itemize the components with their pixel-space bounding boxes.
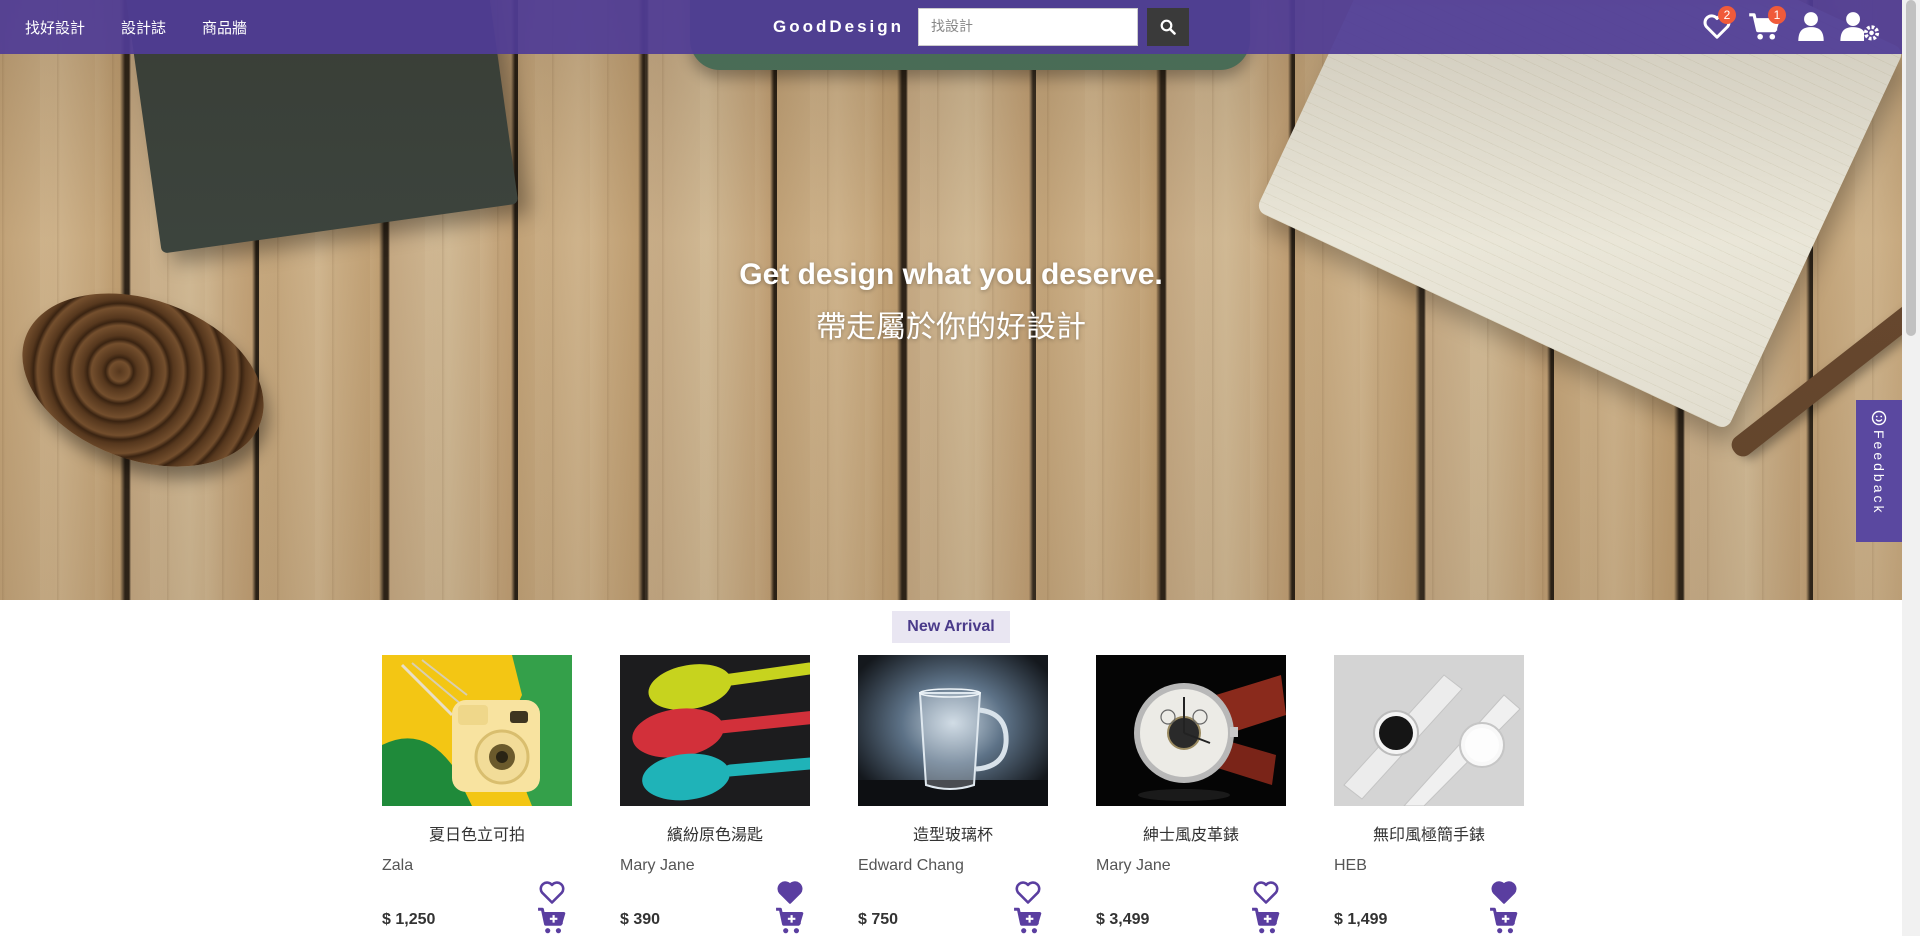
- cart-button[interactable]: 1: [1748, 6, 1786, 42]
- account-settings-button[interactable]: [1840, 11, 1880, 43]
- product-card[interactable]: 紳士風皮革錶 Mary Jane $ 3,499: [1096, 655, 1286, 936]
- glass-photo: [858, 655, 1048, 806]
- feedback-tab[interactable]: Feedback: [1856, 400, 1902, 542]
- product-designer[interactable]: Mary Jane: [620, 857, 695, 875]
- wishlist-count-badge: 2: [1718, 6, 1736, 24]
- favorite-button[interactable]: [1014, 879, 1044, 905]
- product-designer[interactable]: HEB: [1334, 857, 1367, 875]
- page-scrollbar[interactable]: [1902, 0, 1920, 936]
- spoons-photo: [620, 655, 810, 806]
- product-designer[interactable]: Mary Jane: [1096, 857, 1171, 875]
- product-image-leather-watch[interactable]: [1096, 655, 1286, 806]
- user-icon: [1798, 12, 1824, 41]
- nav-link-find-design[interactable]: 找好設計: [25, 17, 85, 38]
- pinecone-decoration: [0, 262, 288, 498]
- product-designer[interactable]: Zala: [382, 857, 413, 875]
- product-price: $ 3,499: [1096, 911, 1150, 928]
- search-input[interactable]: [918, 8, 1138, 46]
- hero-title: Get design what you deserve.: [739, 258, 1163, 291]
- nav-link-design-magazine[interactable]: 設計誌: [121, 17, 166, 38]
- product-designer[interactable]: Edward Chang: [858, 857, 964, 875]
- minimal-watch-photo: [1334, 655, 1524, 806]
- product-title[interactable]: 造型玻璃杯: [858, 821, 1048, 845]
- product-image-glass[interactable]: [858, 655, 1048, 806]
- product-card[interactable]: 無印風極簡手錶 HEB $ 1,499: [1334, 655, 1524, 936]
- product-title[interactable]: 繽紛原色湯匙: [620, 821, 810, 845]
- search-icon: [1160, 19, 1176, 35]
- new-arrival-label: New Arrival: [892, 611, 1010, 643]
- product-price: $ 390: [620, 911, 661, 928]
- cart-plus-icon: [1014, 907, 1042, 934]
- scrollbar-thumb[interactable]: [1906, 0, 1916, 336]
- product-image-minimal-watch[interactable]: [1334, 655, 1524, 806]
- light-notebook-decoration: [1255, 0, 1902, 431]
- top-navbar: 找好設計 設計誌 商品牆 GoodDesign 2 1: [0, 0, 1902, 54]
- camera-photo: [382, 655, 572, 806]
- smiley-icon: [1871, 410, 1887, 426]
- heart-outline-icon: [539, 881, 565, 904]
- product-title[interactable]: 夏日色立可拍: [382, 821, 572, 845]
- heart-filled-icon: [777, 881, 803, 904]
- heart-filled-icon: [1491, 881, 1517, 904]
- add-to-cart-button[interactable]: [1013, 907, 1043, 935]
- heart-outline-icon: [1253, 881, 1279, 904]
- product-card[interactable]: 造型玻璃杯 Edward Chang $ 750: [858, 655, 1048, 936]
- favorite-button[interactable]: [538, 879, 568, 905]
- add-to-cart-button[interactable]: [1489, 907, 1519, 935]
- cart-plus-icon: [1490, 907, 1518, 934]
- cart-count-badge: 1: [1768, 6, 1786, 24]
- feedback-label: Feedback: [1871, 430, 1887, 516]
- favorite-button[interactable]: [776, 879, 806, 905]
- leather-watch-photo: [1096, 655, 1286, 806]
- brand-logo[interactable]: GoodDesign: [773, 17, 904, 37]
- account-button[interactable]: [1797, 11, 1827, 43]
- hero-banner: Get design what you deserve. 帶走屬於你的好設計: [0, 0, 1902, 600]
- user-settings-icon: [1840, 12, 1880, 41]
- product-title[interactable]: 紳士風皮革錶: [1096, 821, 1286, 845]
- product-card[interactable]: 夏日色立可拍 Zala $ 1,250: [382, 655, 572, 936]
- heart-outline-icon: [1015, 881, 1041, 904]
- product-price: $ 1,499: [1334, 911, 1388, 928]
- wishlist-button[interactable]: 2: [1702, 6, 1736, 42]
- favorite-button[interactable]: [1252, 879, 1282, 905]
- product-image-camera[interactable]: [382, 655, 572, 806]
- add-to-cart-button[interactable]: [1251, 907, 1281, 935]
- product-title[interactable]: 無印風極簡手錶: [1334, 821, 1524, 845]
- nav-link-product-wall[interactable]: 商品牆: [202, 17, 247, 38]
- product-image-spoons[interactable]: [620, 655, 810, 806]
- cart-plus-icon: [1252, 907, 1280, 934]
- favorite-button[interactable]: [1490, 879, 1520, 905]
- product-card[interactable]: 繽紛原色湯匙 Mary Jane $ 390: [620, 655, 810, 936]
- cart-plus-icon: [776, 907, 804, 934]
- cart-plus-icon: [538, 907, 566, 934]
- product-price: $ 750: [858, 911, 899, 928]
- add-to-cart-button[interactable]: [537, 907, 567, 935]
- hero-subtitle: 帶走屬於你的好設計: [816, 310, 1086, 345]
- add-to-cart-button[interactable]: [775, 907, 805, 935]
- product-price: $ 1,250: [382, 911, 436, 928]
- search-button[interactable]: [1147, 8, 1189, 46]
